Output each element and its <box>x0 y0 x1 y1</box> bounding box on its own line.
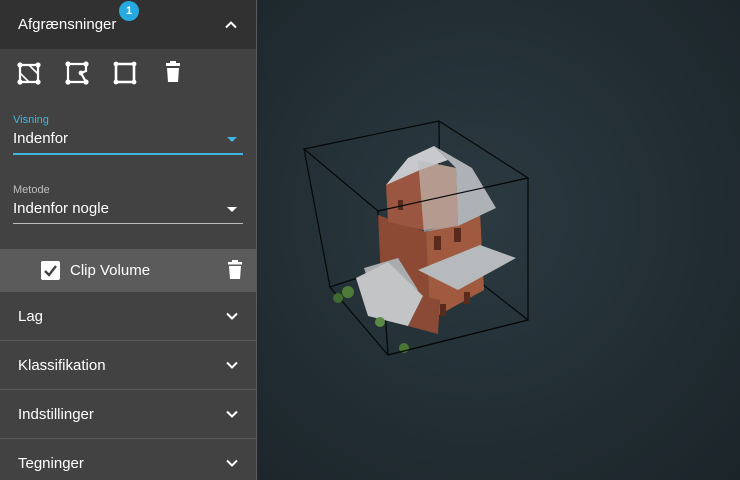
clip-polygon-tool-icon <box>65 61 89 85</box>
checkmark-icon <box>44 264 57 277</box>
accordion-lag: Lag <box>0 291 256 340</box>
metode-value[interactable]: Indenfor nogle <box>13 200 109 217</box>
visning-value[interactable]: Indenfor <box>13 130 68 147</box>
visning-select[interactable]: Visning Indenfor <box>13 97 243 167</box>
clip-volume-tool-icon <box>17 62 41 85</box>
visning-underline <box>13 153 243 155</box>
trash-icon <box>166 61 180 82</box>
section-header-klassifikation[interactable]: Klassifikation <box>0 340 256 389</box>
accordion-klassifikation: Klassifikation <box>0 340 256 389</box>
chevron-up-icon[interactable] <box>224 18 238 32</box>
delete-clip-volume-button[interactable] <box>227 260 243 284</box>
remove-all-clips-button[interactable] <box>158 58 188 88</box>
clip-count-badge: 1 <box>119 1 139 21</box>
clip-square-tool-button[interactable] <box>110 58 140 88</box>
section-title-tegninger: Tegninger <box>18 454 84 472</box>
accordion-tegninger: Tegninger <box>0 438 256 480</box>
chevron-down-icon[interactable] <box>225 456 239 470</box>
section-header-indstillinger[interactable]: Indstillinger <box>0 389 256 438</box>
section-header-tegninger[interactable]: Tegninger <box>0 438 256 480</box>
sidebar: Afgrænsninger 1 Visning Indenfor Metode … <box>0 0 257 480</box>
clip-volume-row[interactable]: Clip Volume <box>0 249 256 291</box>
section-title-klassifikation: Klassifikation <box>18 356 106 374</box>
clip-volume-tool-button[interactable] <box>14 58 44 88</box>
clip-toolbar <box>0 49 256 97</box>
dropdown-arrow-icon[interactable] <box>227 137 237 142</box>
clip-square-tool-icon <box>113 61 137 85</box>
trash-icon <box>228 260 242 279</box>
clip-polygon-tool-button[interactable] <box>62 58 92 88</box>
section-title-lag: Lag <box>18 307 44 325</box>
section-header-lag[interactable]: Lag <box>0 291 256 340</box>
clip-panel-header[interactable]: Afgrænsninger 1 <box>0 0 256 49</box>
metode-underline <box>13 223 243 224</box>
metode-label: Metode <box>13 184 50 196</box>
clip-panel-title: Afgrænsninger <box>18 16 117 33</box>
metode-select[interactable]: Metode Indenfor nogle <box>13 167 243 237</box>
chevron-down-icon[interactable] <box>225 407 239 421</box>
clip-volume-label: Clip Volume <box>70 261 151 279</box>
section-title-indstillinger: Indstillinger <box>18 405 94 423</box>
clip-volume-checkbox[interactable] <box>41 260 60 280</box>
accordion-indstillinger: Indstillinger <box>0 389 256 438</box>
visning-label: Visning <box>13 114 49 126</box>
3d-viewport[interactable] <box>258 0 740 480</box>
dropdown-arrow-icon[interactable] <box>227 207 237 212</box>
chevron-down-icon[interactable] <box>225 358 239 372</box>
chevron-down-icon[interactable] <box>225 309 239 323</box>
point-cloud-scene[interactable] <box>258 0 740 480</box>
